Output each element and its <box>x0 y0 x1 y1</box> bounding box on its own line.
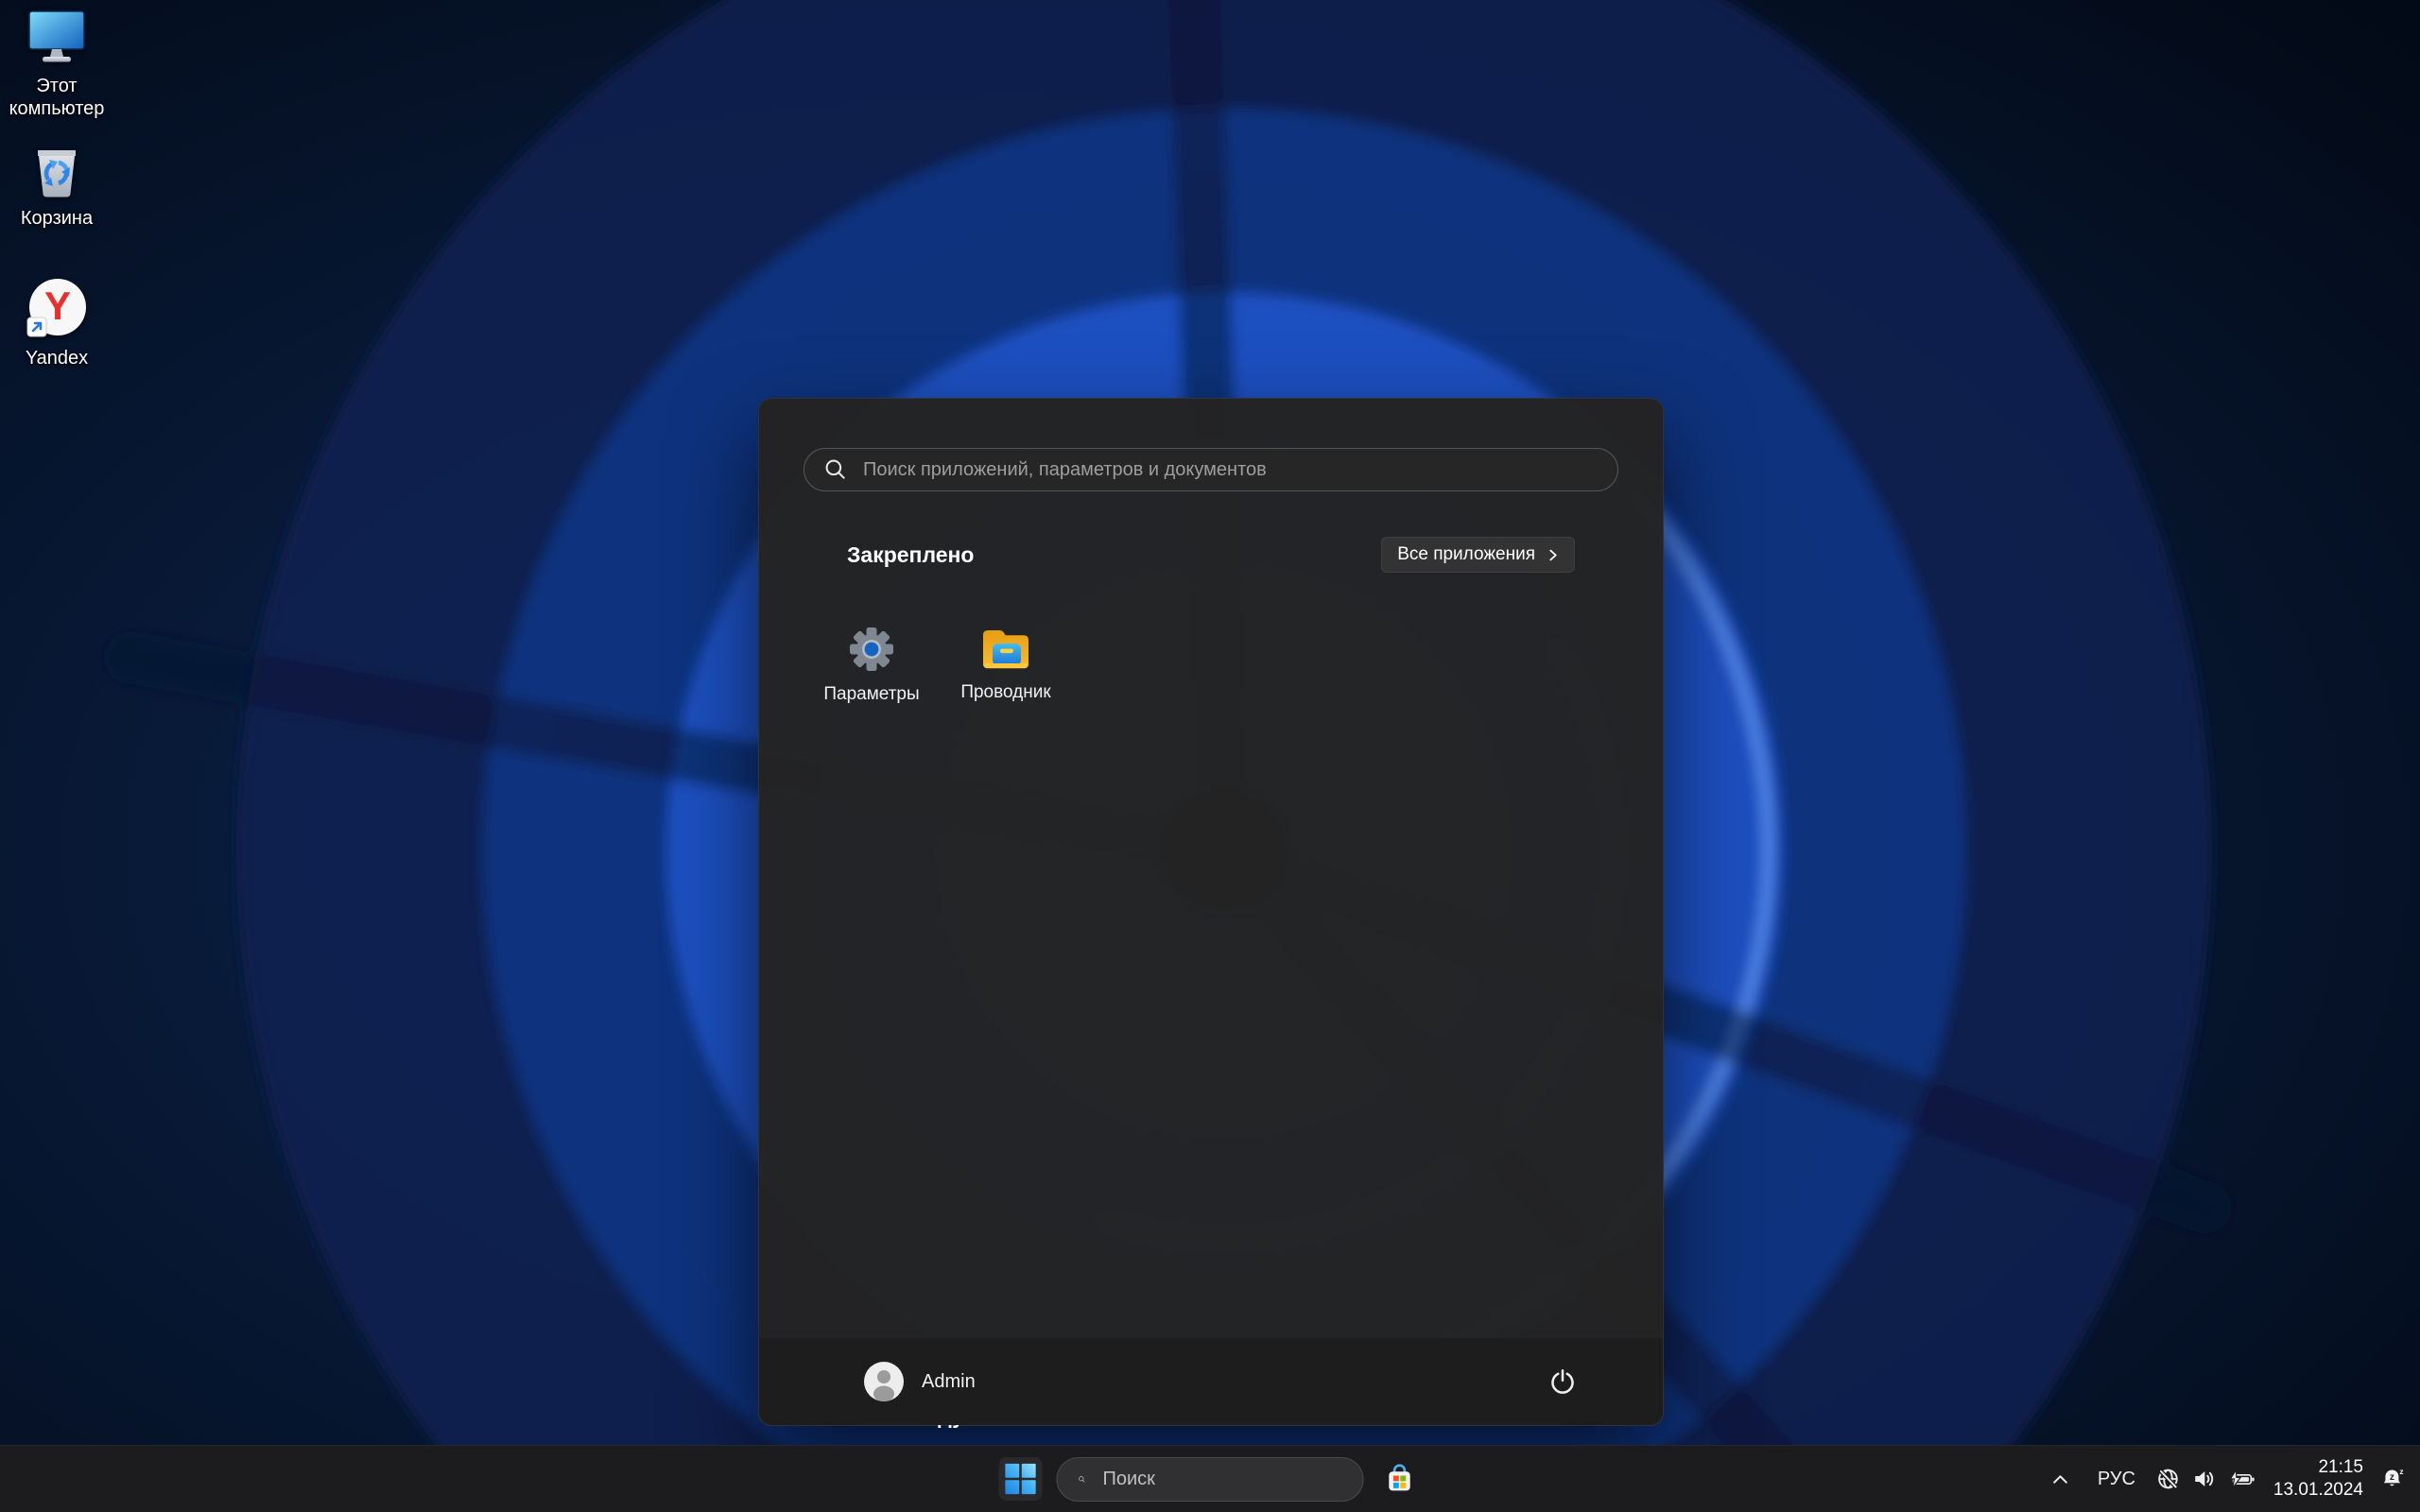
chevron-right-icon <box>1547 549 1559 561</box>
settings-gear-icon <box>846 624 897 675</box>
monitor-icon <box>26 9 87 68</box>
svg-text:z: z <box>2389 1472 2394 1483</box>
user-avatar-icon <box>863 1361 905 1402</box>
user-name-label: Admin <box>922 1371 976 1393</box>
taskbar: РУС <box>0 1445 2420 1512</box>
all-apps-label: Все приложения <box>1397 544 1535 565</box>
yandex-browser-icon: Y <box>26 278 88 340</box>
taskbar-search-input[interactable] <box>1101 1468 1356 1491</box>
start-user-bar: Admin <box>759 1337 1663 1425</box>
search-icon <box>1079 1468 1086 1491</box>
desktop-icon-label: Yandex <box>26 347 88 369</box>
tray-date: 13.01.2024 <box>2273 1479 2363 1502</box>
power-button[interactable] <box>1540 1359 1585 1404</box>
clock[interactable]: 21:15 13.01.2024 <box>2273 1456 2363 1502</box>
shortcut-arrow-badge <box>27 318 46 336</box>
desktop-icon-label: Этот компьютер <box>4 75 110 120</box>
desktop-icon-recycle-bin[interactable]: Корзина <box>4 142 110 230</box>
all-apps-button[interactable]: Все приложения <box>1381 537 1575 573</box>
taskbar-search[interactable] <box>1057 1457 1364 1502</box>
microsoft-store-icon <box>1384 1459 1416 1499</box>
app-tile-settings[interactable]: Параметры <box>804 614 939 731</box>
volume-icon[interactable] <box>2187 1456 2222 1502</box>
tray-chevron-up[interactable] <box>2043 1456 2079 1502</box>
app-tile-label: Параметры <box>823 684 919 705</box>
chevron-up-icon <box>2052 1473 2068 1486</box>
speaker-icon <box>2192 1467 2217 1491</box>
network-icon[interactable] <box>2151 1456 2187 1502</box>
language-indicator[interactable]: РУС <box>2092 1456 2141 1502</box>
desktop-icon-label: Корзина <box>21 207 93 230</box>
desktop-icon-yandex[interactable]: Y Yandex <box>4 278 110 369</box>
folder-icon <box>979 624 1032 673</box>
store-button[interactable] <box>1378 1457 1422 1501</box>
user-account-button[interactable]: Admin <box>852 1353 987 1410</box>
svg-text:z: z <box>2399 1467 2403 1476</box>
pinned-section-title: Закреплено <box>847 542 975 568</box>
pinned-apps-grid: Параметры П <box>804 614 1073 731</box>
desktop: Этот компьютер Корзина <box>0 0 2420 1512</box>
battery-charging-icon <box>2228 1468 2255 1491</box>
system-tray: РУС <box>2043 1446 2412 1512</box>
battery-icon[interactable] <box>2222 1456 2260 1502</box>
start-button[interactable] <box>999 1457 1043 1501</box>
notification-bell-icon[interactable]: z z <box>2373 1456 2412 1502</box>
windows-logo-icon <box>1005 1461 1037 1497</box>
start-search-input[interactable] <box>861 458 1610 482</box>
desktop-icon-this-pc[interactable]: Этот компьютер <box>4 9 110 120</box>
tray-time: 21:15 <box>2273 1456 2363 1479</box>
search-icon <box>823 457 848 482</box>
start-menu: Закреплено Все приложения <box>758 398 1664 1426</box>
globe-no-internet-icon <box>2156 1467 2181 1491</box>
app-tile-label: Проводник <box>960 682 1050 703</box>
bell-dnd-icon: z z <box>2379 1467 2407 1492</box>
app-tile-explorer[interactable]: Проводник <box>939 614 1073 731</box>
recycle-bin-icon <box>29 142 84 200</box>
power-icon <box>1548 1367 1577 1396</box>
svg-text:Y: Y <box>44 284 71 328</box>
start-search-box[interactable] <box>804 448 1618 491</box>
